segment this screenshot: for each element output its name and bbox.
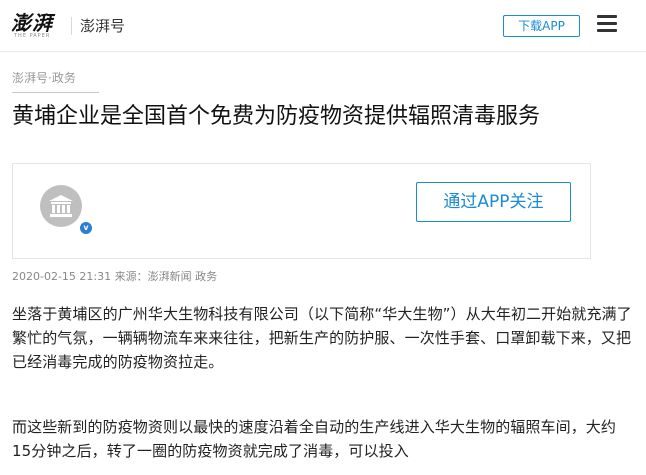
header-divider [71,17,72,35]
verified-badge-icon: v [79,221,93,235]
avatar[interactable] [40,185,82,227]
download-app-button[interactable]: 下载APP [503,15,580,37]
government-building-icon [49,195,73,217]
breadcrumb[interactable]: 澎湃号·政务 [12,69,76,87]
logo-subtext: THE PAPER [14,33,51,39]
article-title: 黄埔企业是全国首个免费为防疫物资提供辐照清毒服务 [12,104,541,129]
site-logo[interactable]: 澎湃 THE PAPER [11,13,61,41]
article-paragraph: 而这些新到的防疫物资则以最快的速度沿着全自动的生产线进入华大生物的辐照车间，大约… [12,418,617,460]
channel-label[interactable]: 澎湃号 [80,16,125,36]
article-meta: 2020-02-15 21:31 来源：澎湃新闻 政务 [12,270,218,283]
article-content: 澎湃号·政务 黄埔企业是全国首个免费为防疫物资提供辐照清毒服务 v 通过APP关… [0,53,646,475]
top-header: 澎湃 THE PAPER 澎湃号 下载APP [0,0,646,52]
article-paragraph: 坐落于黄埔区的广州华大生物科技有限公司（以下简称“华大生物”）从大年初二开始就充… [12,305,632,371]
logo-text: 澎湃 [11,11,53,35]
follow-via-app-button[interactable]: 通过APP关注 [416,182,571,222]
hamburger-menu-icon[interactable] [597,15,617,33]
breadcrumb-underline [12,92,99,93]
author-card: v 通过APP关注 [12,163,591,259]
